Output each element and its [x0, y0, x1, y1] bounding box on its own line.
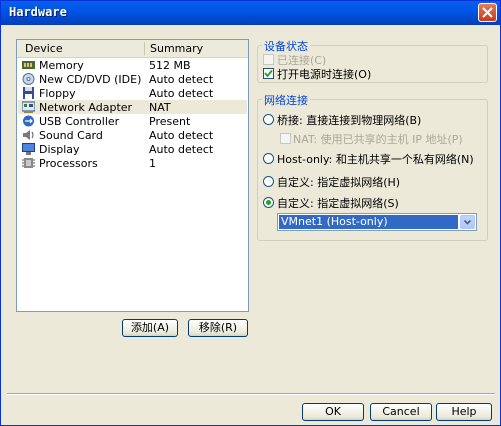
nat-sub-checkbox[interactable] [280, 133, 291, 144]
device-row-memory[interactable]: Memory 512 MB [18, 58, 247, 72]
usb-icon [23, 115, 34, 127]
host-only-label: Host-only: 和主机共享一个私有网络(N) [277, 153, 474, 166]
device-row-floppy[interactable]: Floppy Auto detect [18, 86, 247, 100]
window-title: Hardware [9, 5, 67, 19]
bridged-label: 桥接: 直接连接到物理网络(B) [277, 114, 422, 127]
cd-dvd-icon [22, 73, 35, 85]
host-only-radio[interactable] [263, 153, 274, 164]
device-list[interactable]: Device Summary Memory 512 MB New CD/DVD … [16, 39, 249, 312]
device-row-processors[interactable]: Processors 1 [18, 156, 247, 170]
footer-divider [7, 393, 495, 395]
device-row-network-adapter[interactable]: Network Adapter NAT [18, 100, 247, 114]
ok-button[interactable]: OK [302, 403, 364, 421]
bridged-radio[interactable] [263, 114, 274, 125]
close-icon [482, 7, 493, 18]
help-button[interactable]: Help [436, 403, 492, 421]
custom-vmnet-label: 自定义: 指定虚拟网络(H) [277, 176, 401, 189]
custom-specific-label: 自定义: 指定虚拟网络(S) [277, 197, 399, 210]
dropdown-button[interactable] [460, 215, 475, 229]
custom-specific-radio[interactable] [263, 197, 274, 208]
close-button[interactable] [478, 3, 497, 22]
column-header-device[interactable]: Device [25, 42, 63, 55]
device-row-sound-card[interactable]: Sound Card Auto detect [18, 128, 247, 142]
radio-selected-dot [266, 200, 271, 205]
processor-icon [22, 158, 35, 168]
network-select[interactable]: VMnet1 (Host-only) [277, 213, 477, 231]
device-row-cd-dvd[interactable]: New CD/DVD (IDE) Auto detect [18, 72, 247, 86]
custom-vmnet-radio[interactable] [263, 176, 274, 187]
chevron-down-icon [463, 219, 472, 225]
hardware-dialog: Hardware Device Summary Memory 512 MB Ne… [0, 0, 501, 426]
device-row-display[interactable]: Display Auto detect [18, 142, 247, 156]
column-header-summary[interactable]: Summary [150, 42, 203, 55]
connect-at-power-on-checkbox[interactable] [263, 68, 274, 79]
network-connection-label: 网络连接 [262, 92, 310, 108]
network-adapter-icon [22, 101, 35, 113]
add-button[interactable]: 添加(A) [122, 319, 178, 337]
nat-sub-label: NAT: 使用已共享的主机 IP 地址(P) [293, 133, 463, 146]
connect-at-power-on-label: 打开电源时连接(O) [277, 68, 372, 81]
checkmark-icon [264, 69, 273, 78]
remove-button[interactable]: 移除(R) [188, 319, 248, 337]
sound-card-icon [23, 130, 34, 140]
network-select-value: VMnet1 (Host-only) [279, 215, 458, 229]
display-icon [22, 143, 35, 155]
connected-checkbox[interactable] [263, 54, 274, 65]
device-list-header: Device Summary [17, 40, 248, 58]
floppy-icon [23, 87, 34, 99]
memory-icon [22, 61, 35, 69]
device-row-usb-controller[interactable]: USB Controller Present [18, 114, 247, 128]
cancel-button[interactable]: Cancel [370, 403, 432, 421]
title-bar: Hardware [1, 1, 500, 25]
